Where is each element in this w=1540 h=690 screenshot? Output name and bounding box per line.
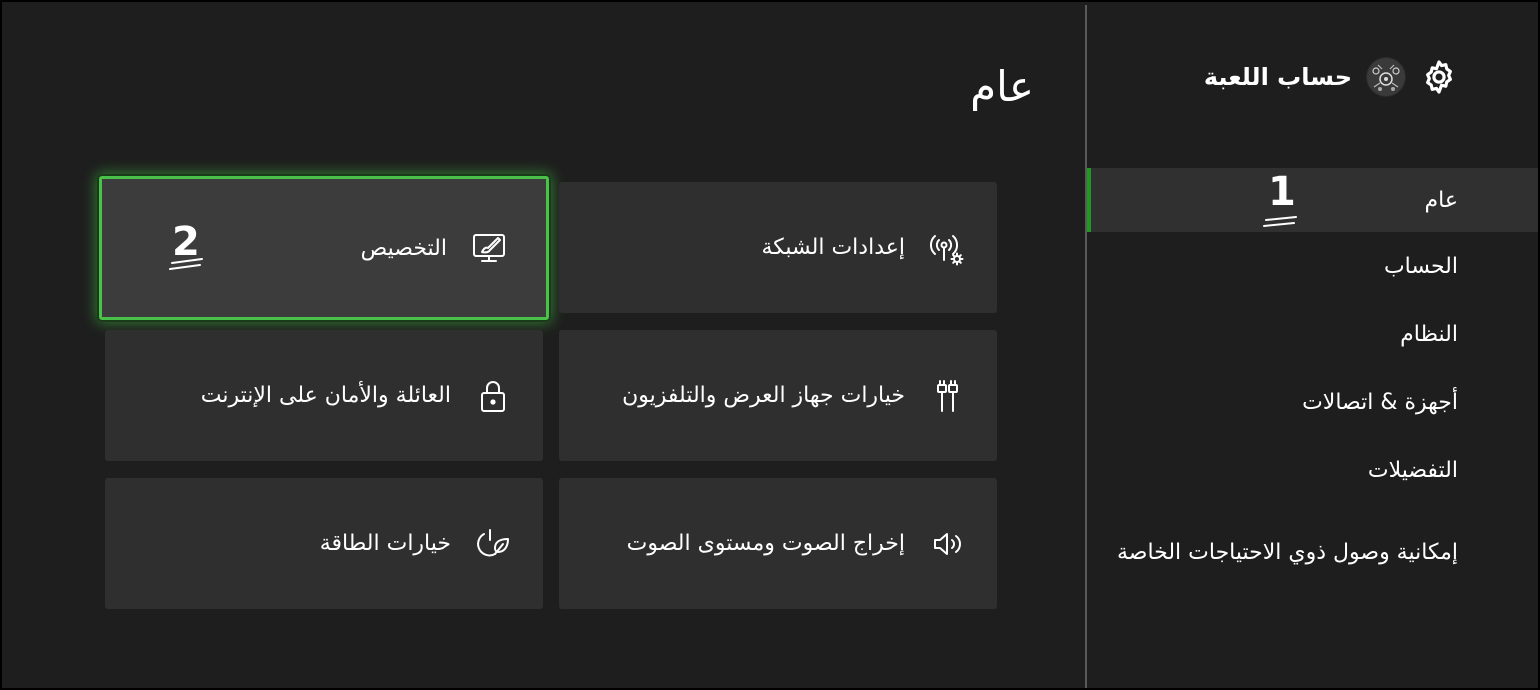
sidebar-item-accessibility[interactable]: إمكانية وصول ذوي الاحتياجات الخاصة xyxy=(1087,504,1538,602)
tile-label: إخراج الصوت ومستوى الصوت xyxy=(626,531,905,556)
sidebar-item-system[interactable]: النظام xyxy=(1087,300,1538,368)
underline-strokes xyxy=(169,258,203,270)
step-marker-2: 2 xyxy=(169,222,203,270)
sidebar-item-label: التفضيلات xyxy=(1367,457,1458,483)
power-leaf-icon xyxy=(477,528,509,556)
profile-header: حساب اللعبة xyxy=(1204,54,1458,100)
speaker-icon xyxy=(934,532,961,555)
profile-name: حساب اللعبة xyxy=(1203,63,1352,91)
step-marker-number: 1 xyxy=(1268,169,1296,215)
sidebar-item-devices-connections[interactable]: أجهزة & اتصالات xyxy=(1087,368,1538,436)
sidebar-item-label: أجهزة & اتصالات xyxy=(1302,389,1458,415)
sidebar-item-preferences[interactable]: التفضيلات xyxy=(1087,436,1538,504)
pane-divider xyxy=(1085,5,1087,688)
tile-label: خيارات الطاقة xyxy=(319,531,451,556)
underline-strokes xyxy=(1263,216,1297,227)
step-marker-1: 1 xyxy=(1263,169,1297,227)
tile-network-settings[interactable]: إعدادات الشبكة xyxy=(559,182,997,313)
tile-label: خيارات جهاز العرض والتلفزيون xyxy=(622,383,905,408)
sidebar-item-label: النظام xyxy=(1400,321,1458,347)
tile-personalization[interactable]: التخصيص xyxy=(99,176,549,320)
sidebar-item-label: عام xyxy=(1424,187,1458,213)
lock-icon xyxy=(481,380,505,412)
tile-label: إعدادات الشبكة xyxy=(761,235,905,260)
tile-label: العائلة والأمان على الإنترنت xyxy=(200,383,451,408)
network-settings-icon xyxy=(929,234,964,265)
tile-tv-display-options[interactable]: خيارات جهاز العرض والتلفزيون xyxy=(559,330,997,461)
page-title: عام xyxy=(970,62,1034,111)
tv-display-icon xyxy=(937,379,958,412)
sidebar-item-label: إمكانية وصول ذوي الاحتياجات الخاصة xyxy=(1116,540,1458,566)
sidebar-item-general[interactable]: عام xyxy=(1085,168,1538,232)
tile-label: التخصيص xyxy=(360,235,447,261)
personalize-icon xyxy=(473,234,505,262)
tile-family-online-safety[interactable]: العائلة والأمان على الإنترنت xyxy=(105,330,543,461)
sidebar-nav: عام الحساب النظام أجهزة & اتصالات التفضي… xyxy=(1085,168,1538,602)
tile-power-options[interactable]: خيارات الطاقة xyxy=(105,478,543,609)
sidebar-item-account[interactable]: الحساب xyxy=(1087,232,1538,300)
sidebar-item-label: الحساب xyxy=(1383,253,1458,279)
settings-window: حساب اللعبة عام الحساب النظام أجهزة & ات… xyxy=(0,0,1540,690)
gear-icon[interactable] xyxy=(1420,58,1458,96)
avatar[interactable] xyxy=(1366,57,1406,97)
tile-audio-output-volume[interactable]: إخراج الصوت ومستوى الصوت xyxy=(559,478,997,609)
